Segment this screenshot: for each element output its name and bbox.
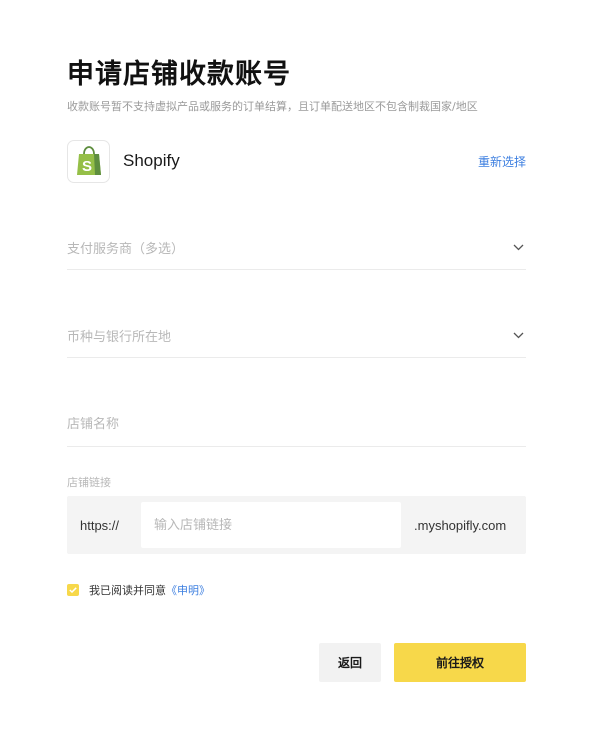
agreement-text: 我已阅读并同意 <box>89 584 166 597</box>
currency-bank-select[interactable]: 币种与银行所在地 <box>67 314 526 358</box>
selected-platform-row: S Shopify 重新选择 <box>67 139 526 183</box>
chevron-down-icon <box>513 332 524 339</box>
chevron-down-icon <box>513 244 524 251</box>
payment-provider-placeholder: 支付服务商（多选） <box>67 242 185 257</box>
page-subtitle: 收款账号暂不支持虚拟产品或服务的订单结算，且订单配送地区不包含制裁国家/地区 <box>67 100 478 113</box>
store-link-input[interactable] <box>154 517 401 533</box>
store-link-group: https:// .myshopifly.com <box>67 496 526 554</box>
store-name-field <box>67 403 526 447</box>
agreement-checkbox[interactable] <box>67 584 79 596</box>
svg-text:S: S <box>81 158 91 175</box>
store-link-prefix: https:// <box>80 517 120 533</box>
store-name-input[interactable] <box>67 417 526 432</box>
authorize-button[interactable]: 前往授权 <box>394 643 526 682</box>
statement-link[interactable]: 《申明》 <box>166 582 210 598</box>
shopify-bag-icon: S <box>76 146 101 175</box>
shopify-logo: S <box>67 139 110 183</box>
agreement-row: 我已阅读并同意 《申明》 <box>67 582 210 598</box>
payment-provider-select[interactable]: 支付服务商（多选） <box>67 226 526 270</box>
platform-name: Shopify <box>123 151 180 170</box>
page-title: 申请店铺收款账号 <box>67 59 291 90</box>
reselect-link[interactable]: 重新选择 <box>478 153 526 170</box>
store-link-label: 店铺链接 <box>67 476 111 489</box>
back-button[interactable]: 返回 <box>319 643 381 682</box>
currency-bank-placeholder: 币种与银行所在地 <box>67 330 172 345</box>
store-link-input-wrap <box>141 502 401 548</box>
check-icon <box>69 587 77 593</box>
store-link-suffix: .myshopifly.com <box>414 517 507 533</box>
